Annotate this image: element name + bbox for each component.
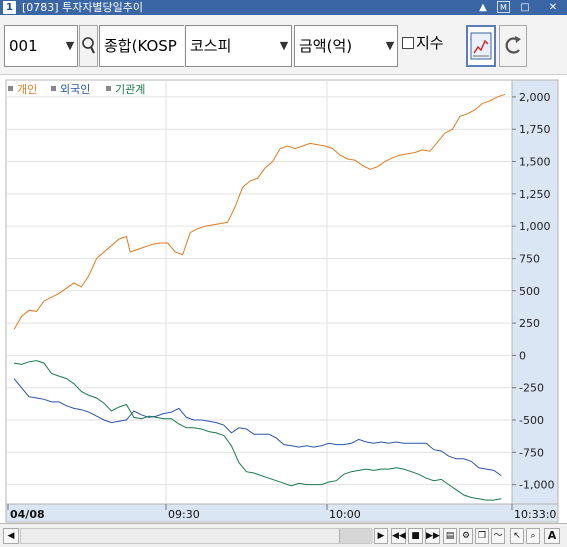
scroll-track[interactable] — [20, 528, 373, 544]
window-number: 1 — [3, 1, 16, 14]
index-value: 코스피 — [190, 37, 232, 55]
investor-trend-chart: 2,000 1,750 1,500 1,250 1,000 750 500 250 0 -250 -… — [5, 79, 559, 523]
y-tick-label: -500 — [519, 414, 544, 427]
y-tick-label: -250 — [519, 382, 544, 395]
legend-marker — [8, 86, 13, 91]
unit-value: 금액(억) — [299, 37, 353, 55]
title-bar: 1 [0783] 투자자별당일추이 ▲ M □ ✕ — [0, 0, 567, 15]
print-icon[interactable]: ▤ — [443, 528, 457, 544]
y-tick-label: 1,500 — [519, 156, 551, 169]
y-tick-label: -750 — [519, 446, 544, 459]
chart-icon — [470, 32, 492, 60]
minimize-to-tray-button[interactable]: M — [497, 1, 510, 13]
y-tick-label: 2,000 — [519, 91, 551, 104]
font-size-button[interactable]: A — [544, 528, 560, 544]
legend-item: 개인 — [17, 83, 37, 96]
y-tick-label: 750 — [519, 252, 540, 265]
scroll-right-button[interactable]: ▶ — [374, 528, 388, 544]
chevron-down-icon[interactable]: ▼ — [63, 26, 77, 66]
unit-combo[interactable]: 금액(억) ▼ — [294, 25, 398, 67]
close-button[interactable]: ✕ — [546, 1, 560, 14]
line-chart-icon[interactable]: 〜 — [491, 528, 505, 544]
pin-icon[interactable]: ▲ — [476, 1, 490, 14]
bottom-scrollbar: ◀ ▶ ◀◀ ■ ▶▶ ▤ ⚙ ❐ 〜 ↖ ⌕ A — [0, 523, 567, 547]
rewind-button[interactable]: ◀◀ — [391, 528, 406, 544]
cursor-icon[interactable]: ↖ — [510, 528, 524, 544]
legend-item: 외국인 — [60, 83, 90, 96]
gear-icon[interactable]: ⚙ — [459, 528, 473, 544]
chevron-down-icon[interactable]: ▼ — [383, 26, 397, 66]
market-field[interactable]: 종합(KOSP — [99, 25, 184, 67]
window-icon[interactable]: ❐ — [475, 528, 489, 544]
maximize-button[interactable]: □ — [518, 1, 532, 14]
x-tick-label: 10:00 — [329, 508, 361, 521]
index-checkbox[interactable] — [402, 37, 414, 49]
fast-forward-button[interactable]: ▶▶ — [425, 528, 440, 544]
toolbar: 001 ▼ 종합(KOSP 코스피 ▼ 금액(억) ▼ 지수 — [0, 15, 567, 75]
y-tick-label: 1,250 — [519, 188, 551, 201]
y-tick-label: 1,750 — [519, 123, 551, 136]
refresh-icon — [505, 36, 521, 54]
y-tick-label: 500 — [519, 285, 540, 298]
x-tick-label: 09:30 — [168, 508, 200, 521]
window-title: [0783] 투자자별당일추이 — [22, 1, 144, 14]
stock-code-value: 001 — [9, 37, 38, 55]
search-icon — [82, 37, 95, 54]
market-value: 종합(KOSP — [104, 37, 177, 55]
scroll-thumb[interactable] — [339, 529, 373, 543]
stock-code-combo[interactable]: 001 ▼ — [4, 25, 78, 67]
y-tick-label: -1,000 — [519, 479, 554, 492]
zoom-icon[interactable]: ⌕ — [526, 528, 540, 544]
y-tick-label: 0 — [519, 349, 526, 362]
chevron-down-icon[interactable]: ▼ — [277, 26, 291, 66]
y-tick-label: 250 — [519, 317, 540, 330]
index-checkbox-label: 지수 — [416, 34, 444, 52]
chart-area: 2,000 1,750 1,500 1,250 1,000 750 500 250 0 -250 -… — [0, 76, 567, 523]
y-tick-label: 1,000 — [519, 220, 551, 233]
legend-item: 기관계 — [115, 83, 145, 96]
index-combo[interactable]: 코스피 ▼ — [185, 25, 292, 67]
refresh-button[interactable] — [499, 25, 527, 67]
legend-marker — [51, 86, 56, 91]
x-tick-label: 04/08 — [10, 508, 45, 521]
search-button[interactable] — [79, 25, 98, 67]
legend-marker — [106, 86, 111, 91]
x-axis-panel — [5, 503, 559, 523]
x-tick-label: 10:33:0 — [514, 508, 556, 521]
chart-view-button[interactable] — [466, 25, 496, 67]
scroll-left-button[interactable]: ◀ — [3, 528, 19, 544]
stop-button[interactable]: ■ — [408, 528, 423, 544]
